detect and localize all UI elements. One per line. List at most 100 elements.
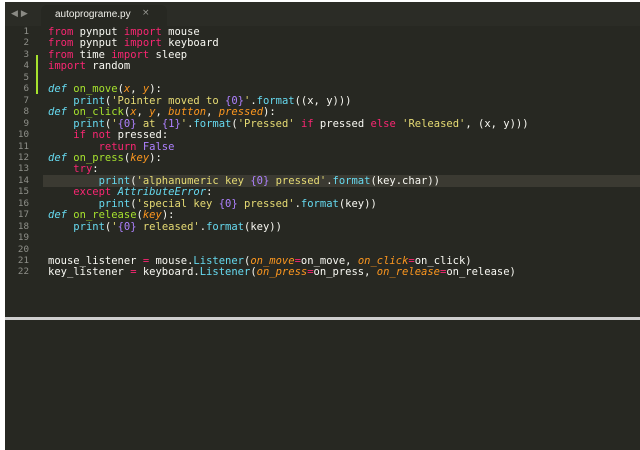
code-token: try [73, 163, 93, 176]
code-line[interactable]: def on_press(key): [48, 152, 162, 164]
line-number: 3 [23, 48, 29, 60]
code-token: key [142, 209, 162, 222]
code-token: released' [136, 220, 200, 233]
editor-window: ◀ ▶ autoprograme.py × 1 2 3 4 5 6 7 8 9 10 11 12 13 1… [0, 0, 640, 450]
code-token: ): [263, 106, 276, 119]
code-token: on_move, [300, 255, 358, 267]
code-token: else [370, 117, 396, 130]
line-number: 4 [23, 60, 29, 72]
code-line[interactable]: print('alphanumeric key {0} pressed'.for… [48, 175, 440, 187]
code-token: mouse. [149, 255, 194, 267]
code-token: print [98, 197, 131, 210]
code-token: print [73, 94, 105, 107]
code-token: mouse [161, 26, 200, 38]
code-token: on_click) [414, 255, 472, 267]
code-token: format [300, 197, 339, 210]
code-line[interactable]: print('Pointer moved to {0}'.format((x, … [48, 94, 352, 107]
code-token: if [300, 117, 314, 130]
code-token: pynput [73, 26, 124, 38]
line-number: 22 [17, 266, 29, 278]
code-token: (key)) [244, 220, 282, 233]
line-number: 2 [23, 37, 29, 49]
code-token: ((x, y))) [294, 94, 352, 107]
code-token: import [48, 60, 86, 73]
code-line[interactable]: return False [48, 140, 175, 153]
back-arrow-icon[interactable]: ◀ [11, 6, 18, 22]
modified-lines-marker [36, 55, 38, 94]
code-line[interactable]: def on_click(x, y, button, pressed): [48, 106, 276, 118]
code-token: format [193, 117, 232, 130]
line-number: 6 [23, 83, 29, 95]
code-token: (key)) [338, 197, 377, 210]
code-line[interactable]: def on_move(x, y): [48, 83, 162, 95]
code-line[interactable]: import random [48, 60, 130, 72]
code-token: {0} [218, 197, 238, 210]
code-token: ): [161, 209, 175, 222]
code-token: pressed: [111, 129, 169, 142]
code-token: format [206, 220, 245, 233]
code-token: format [256, 94, 295, 107]
code-token: on_move [73, 83, 118, 96]
line-number: 14 [17, 174, 29, 186]
code-token: mouse_listener [48, 255, 143, 267]
code-token: import [123, 37, 162, 50]
line-number: 5 [23, 71, 29, 83]
tab-bar: ◀ ▶ autoprograme.py × [5, 2, 640, 26]
code-line[interactable]: print('{0} at {1}'.format('Pressed' if p… [48, 117, 528, 130]
code-token: def [48, 83, 67, 96]
line-number: 10 [17, 129, 29, 141]
code-token: : [92, 163, 99, 176]
code-line[interactable]: key_listener = keyboard.Listener(on_pres… [48, 266, 516, 278]
code-token: {1} [161, 117, 181, 130]
code-line[interactable]: print('special key {0} pressed'.format(k… [48, 198, 377, 210]
code-token: not [92, 129, 112, 142]
code-token: pressed' [269, 174, 327, 187]
code-token: on_release [376, 266, 440, 279]
tab-title: autoprograme.py [55, 9, 131, 20]
line-number: 16 [17, 197, 29, 209]
close-icon[interactable]: × [142, 8, 150, 18]
code-token: ): [149, 83, 162, 96]
code-token: print [73, 117, 105, 130]
code-token: pynput [73, 37, 124, 50]
code-token: button [168, 106, 207, 119]
console-panel[interactable] [5, 320, 640, 450]
line-number: 9 [23, 117, 29, 129]
code-editor[interactable]: 1 2 3 4 5 6 7 8 9 10 11 12 13 14 15 16 17 18 19 20 21 22 from… [5, 26, 640, 317]
code-token: {0} [250, 174, 270, 187]
code-token: on_release [73, 209, 137, 222]
code-line[interactable]: print('{0} released'.format(key)) [48, 221, 282, 233]
line-number: 15 [17, 186, 29, 198]
code-token: {0} [117, 117, 137, 130]
code-line[interactable]: from pynput import keyboard [48, 37, 219, 49]
code-token: if [73, 129, 86, 142]
tab-autoprograme[interactable]: autoprograme.py × [41, 5, 167, 26]
code-line[interactable]: mouse_listener = mouse.Listener(on_move=… [48, 255, 472, 267]
code-line[interactable]: try: [48, 163, 99, 176]
code-token: pressed' [237, 197, 295, 210]
code-token: import [123, 26, 162, 38]
code-token: keyboard. [136, 266, 200, 279]
code-line[interactable]: from pynput import mouse [48, 26, 200, 38]
line-number: 13 [17, 163, 29, 175]
code-line[interactable]: from time import sleep [48, 49, 187, 61]
code-token: random [85, 60, 131, 73]
code-token: def [48, 209, 67, 222]
code-token: def [48, 151, 67, 164]
code-token: def [48, 106, 67, 119]
forward-arrow-icon[interactable]: ▶ [21, 6, 28, 22]
code-line[interactable]: def on_release(key): [48, 209, 174, 221]
code-token: time [73, 48, 112, 61]
code-line[interactable]: except AttributeError: [48, 186, 212, 198]
code-token: False [142, 140, 175, 153]
code-token: from [48, 48, 74, 61]
code-token: {0} [117, 220, 137, 233]
code-line[interactable]: if not pressed: [48, 129, 168, 141]
code-token: format [332, 174, 371, 187]
code-token: AttributeError [117, 186, 207, 199]
